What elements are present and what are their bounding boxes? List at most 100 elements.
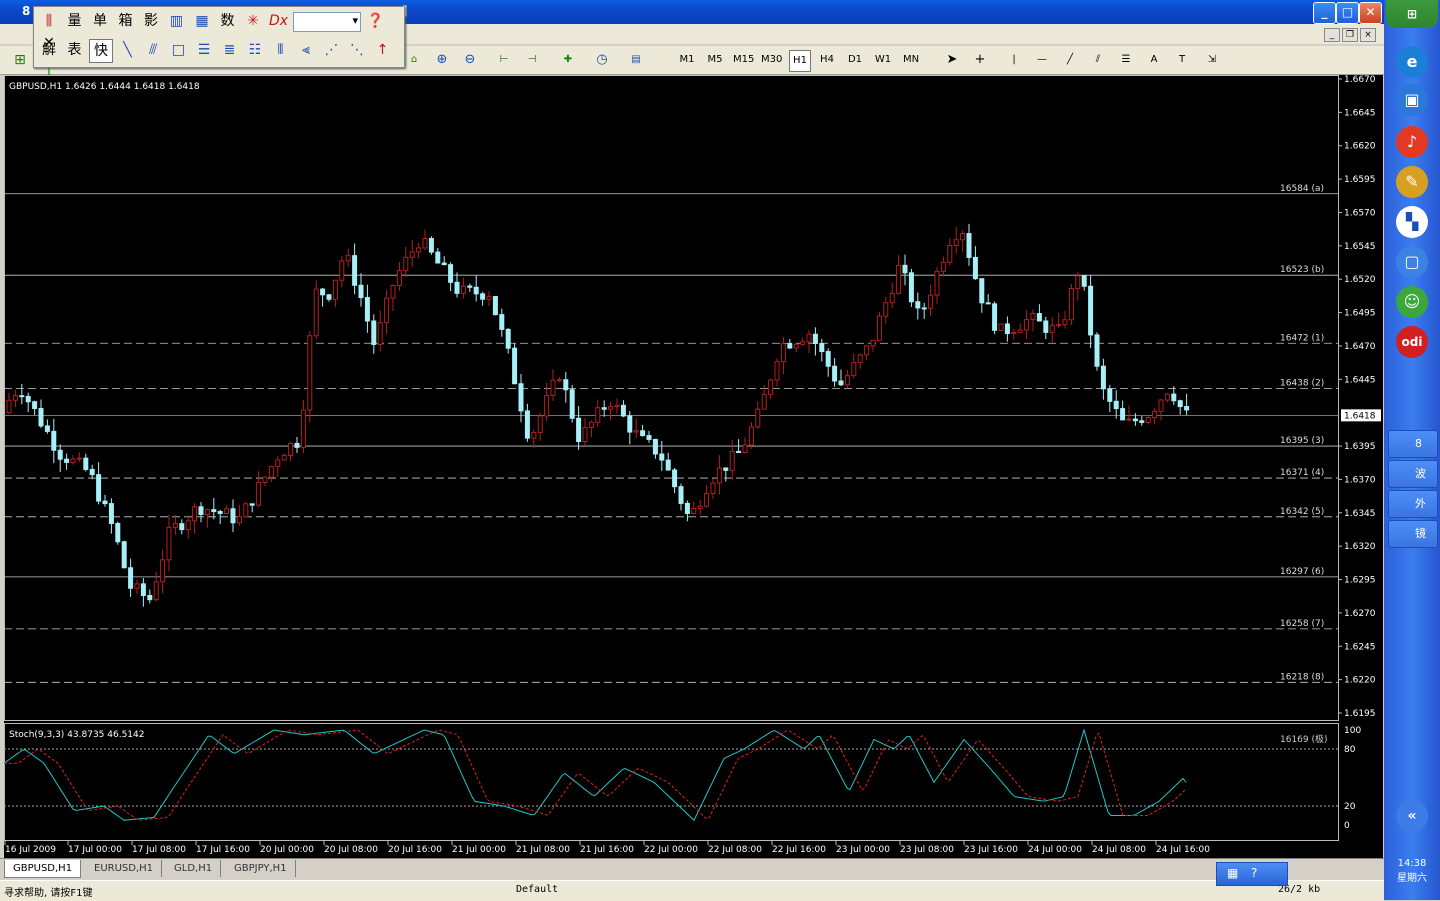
periods-clock-icon[interactable]: ◷	[592, 50, 612, 70]
zoom-out-icon[interactable]: ⊖	[460, 50, 480, 70]
collapse-icon[interactable]: «	[1396, 800, 1428, 832]
floatbar-btn-2[interactable]: 箱	[115, 10, 137, 32]
zoom-in-icon[interactable]: ⊕	[432, 50, 452, 70]
minimize-button[interactable]: _	[1313, 2, 1336, 24]
candle-body	[307, 335, 313, 411]
screen-icon[interactable]: ▢	[1396, 246, 1428, 278]
floatbar-select[interactable]	[293, 12, 361, 32]
timeframe-w1-button[interactable]: W1	[873, 50, 893, 70]
fib-channel-icon[interactable]: ☷	[244, 39, 266, 61]
gann-grid-icon[interactable]: ⋱	[346, 39, 368, 61]
mdi-minimize-button[interactable]: _	[1324, 28, 1340, 42]
rectangle-tool-icon[interactable]: □	[168, 39, 190, 61]
checker-icon[interactable]: ▚	[1396, 206, 1428, 238]
histogram-tool-icon[interactable]: ▦	[191, 10, 213, 32]
candle-body	[672, 469, 678, 488]
timeframe-mn-button[interactable]: MN	[901, 50, 921, 70]
trendline-icon[interactable]: ╱	[1060, 50, 1080, 70]
indicators-icon[interactable]: ✚	[558, 50, 578, 70]
floatbar-btn-3[interactable]: 影	[140, 10, 162, 32]
bars-tool-icon[interactable]: ▥	[166, 10, 188, 32]
close-button[interactable]: ✕	[1359, 2, 1382, 24]
desktop-icon[interactable]: ▣	[1396, 84, 1428, 116]
gann-fan-icon[interactable]: ⋰	[321, 39, 343, 61]
floatbar-btn-0[interactable]: 量	[64, 10, 86, 32]
mdi-close-button[interactable]: ×	[1360, 28, 1376, 42]
candle-body	[230, 508, 236, 524]
timeframe-d1-button[interactable]: D1	[845, 50, 865, 70]
stoch-header: Stoch(9,3,3) 43.8735 46.5142	[9, 730, 144, 740]
candle-body	[928, 294, 934, 309]
timeframe-h1-button[interactable]: H1	[789, 50, 811, 72]
timeframe-m30-button[interactable]: M30	[761, 50, 782, 70]
horizontal-line-icon[interactable]: —	[1032, 50, 1052, 70]
fib-retrace-icon[interactable]: ☰	[193, 39, 215, 61]
status-help: 寻求帮助, 请按F1键	[4, 888, 93, 899]
keyboard-icon[interactable]: ▦	[1227, 866, 1238, 880]
tab-gld[interactable]: GLD,H1	[166, 860, 222, 877]
fibonacci-icon[interactable]: ☰	[1116, 50, 1136, 70]
floatbar-btn-7[interactable]: 快	[89, 39, 113, 63]
candle-body	[486, 296, 492, 300]
dx-tool-icon[interactable]: Dx	[268, 10, 290, 32]
gann-line-icon[interactable]: ⫷	[295, 39, 317, 61]
timeframe-m15-button[interactable]: M15	[733, 50, 754, 70]
new-chart-icon[interactable]: ⊞	[10, 50, 30, 70]
taskbar-task-0[interactable]: 8	[1388, 430, 1438, 458]
help-tray-icon[interactable]: ?	[1251, 866, 1257, 880]
candle-body	[640, 430, 646, 437]
messenger-icon[interactable]: ☺	[1396, 286, 1428, 318]
chart-shift-end-icon[interactable]: ⊣	[522, 50, 542, 70]
taskbar-task-1[interactable]: 波	[1388, 460, 1438, 488]
templates-icon[interactable]: ▤	[626, 50, 646, 70]
vertical-line-icon[interactable]: |	[1004, 50, 1024, 70]
taskbar-task-3[interactable]: 镜	[1388, 520, 1438, 548]
cursor-icon[interactable]: ➤	[942, 50, 962, 70]
timeframe-m5-button[interactable]: M5	[705, 50, 725, 70]
price-chart[interactable]: GBPUSD,H1 1.6426 1.6444 1.6418 1.6418 St…	[4, 75, 1383, 858]
tab-gbpusd[interactable]: GBPUSD,H1	[4, 860, 82, 878]
candle-body	[1030, 313, 1036, 321]
channel-tool-icon[interactable]: ⫻	[142, 39, 164, 61]
media-icon[interactable]: ♪	[1396, 126, 1428, 158]
crosshair-icon[interactable]: +	[970, 50, 990, 70]
candle-body	[633, 430, 639, 433]
arrows-icon[interactable]: ⇲	[1202, 50, 1222, 70]
fib-expansion-icon[interactable]: ≣	[219, 39, 241, 61]
tab-gbpjpy[interactable]: GBPJPY,H1	[226, 860, 296, 877]
start-button[interactable]: ⊞	[1386, 0, 1438, 28]
candle-tool-icon[interactable]: ⫼	[38, 10, 60, 32]
candle-body	[403, 256, 409, 272]
candle-body	[505, 328, 511, 349]
cross-tool-icon[interactable]: ✳	[242, 10, 264, 32]
arrow-up-icon[interactable]: ↑	[372, 39, 394, 61]
tab-eurusd[interactable]: EURUSD,H1	[86, 860, 163, 877]
candle-body	[518, 383, 524, 412]
text-icon[interactable]: A	[1144, 50, 1164, 70]
candle-body	[1068, 287, 1074, 321]
line-tool-icon[interactable]: ╲	[117, 39, 139, 61]
candle-body	[864, 345, 870, 356]
autoscroll-icon[interactable]: ⊢	[494, 50, 514, 70]
floatbar-btn-6[interactable]: 表	[64, 39, 86, 61]
floatbar-btn-5[interactable]: 解	[38, 39, 60, 61]
help-icon[interactable]: ❓	[365, 10, 387, 32]
fib-time-icon[interactable]: ⦀	[270, 39, 292, 61]
text-label-icon[interactable]: T	[1172, 50, 1192, 70]
floatbar-btn-1[interactable]: 单	[89, 10, 111, 32]
candle-body	[153, 581, 159, 601]
timeframe-m1-button[interactable]: M1	[677, 50, 697, 70]
odi-icon[interactable]: odi	[1396, 326, 1428, 358]
time-tick-label: 23 Jul 00:00	[836, 845, 890, 855]
floatbar-btn-4[interactable]: 数	[217, 10, 239, 32]
equidistant-channel-icon[interactable]: ⫽	[1088, 50, 1108, 70]
maximize-button[interactable]: □	[1336, 2, 1359, 24]
paint-icon[interactable]: ✎	[1396, 166, 1428, 198]
ie-icon[interactable]: e	[1396, 46, 1428, 78]
candle-body	[876, 315, 882, 341]
mdi-restore-button[interactable]: ❐	[1342, 28, 1358, 42]
chart-shift-icon[interactable]: ⌂	[404, 50, 424, 70]
tray-floating-panel[interactable]: ▦ ?	[1216, 862, 1288, 886]
timeframe-h4-button[interactable]: H4	[817, 50, 837, 70]
taskbar-task-2[interactable]: 外	[1388, 490, 1438, 518]
